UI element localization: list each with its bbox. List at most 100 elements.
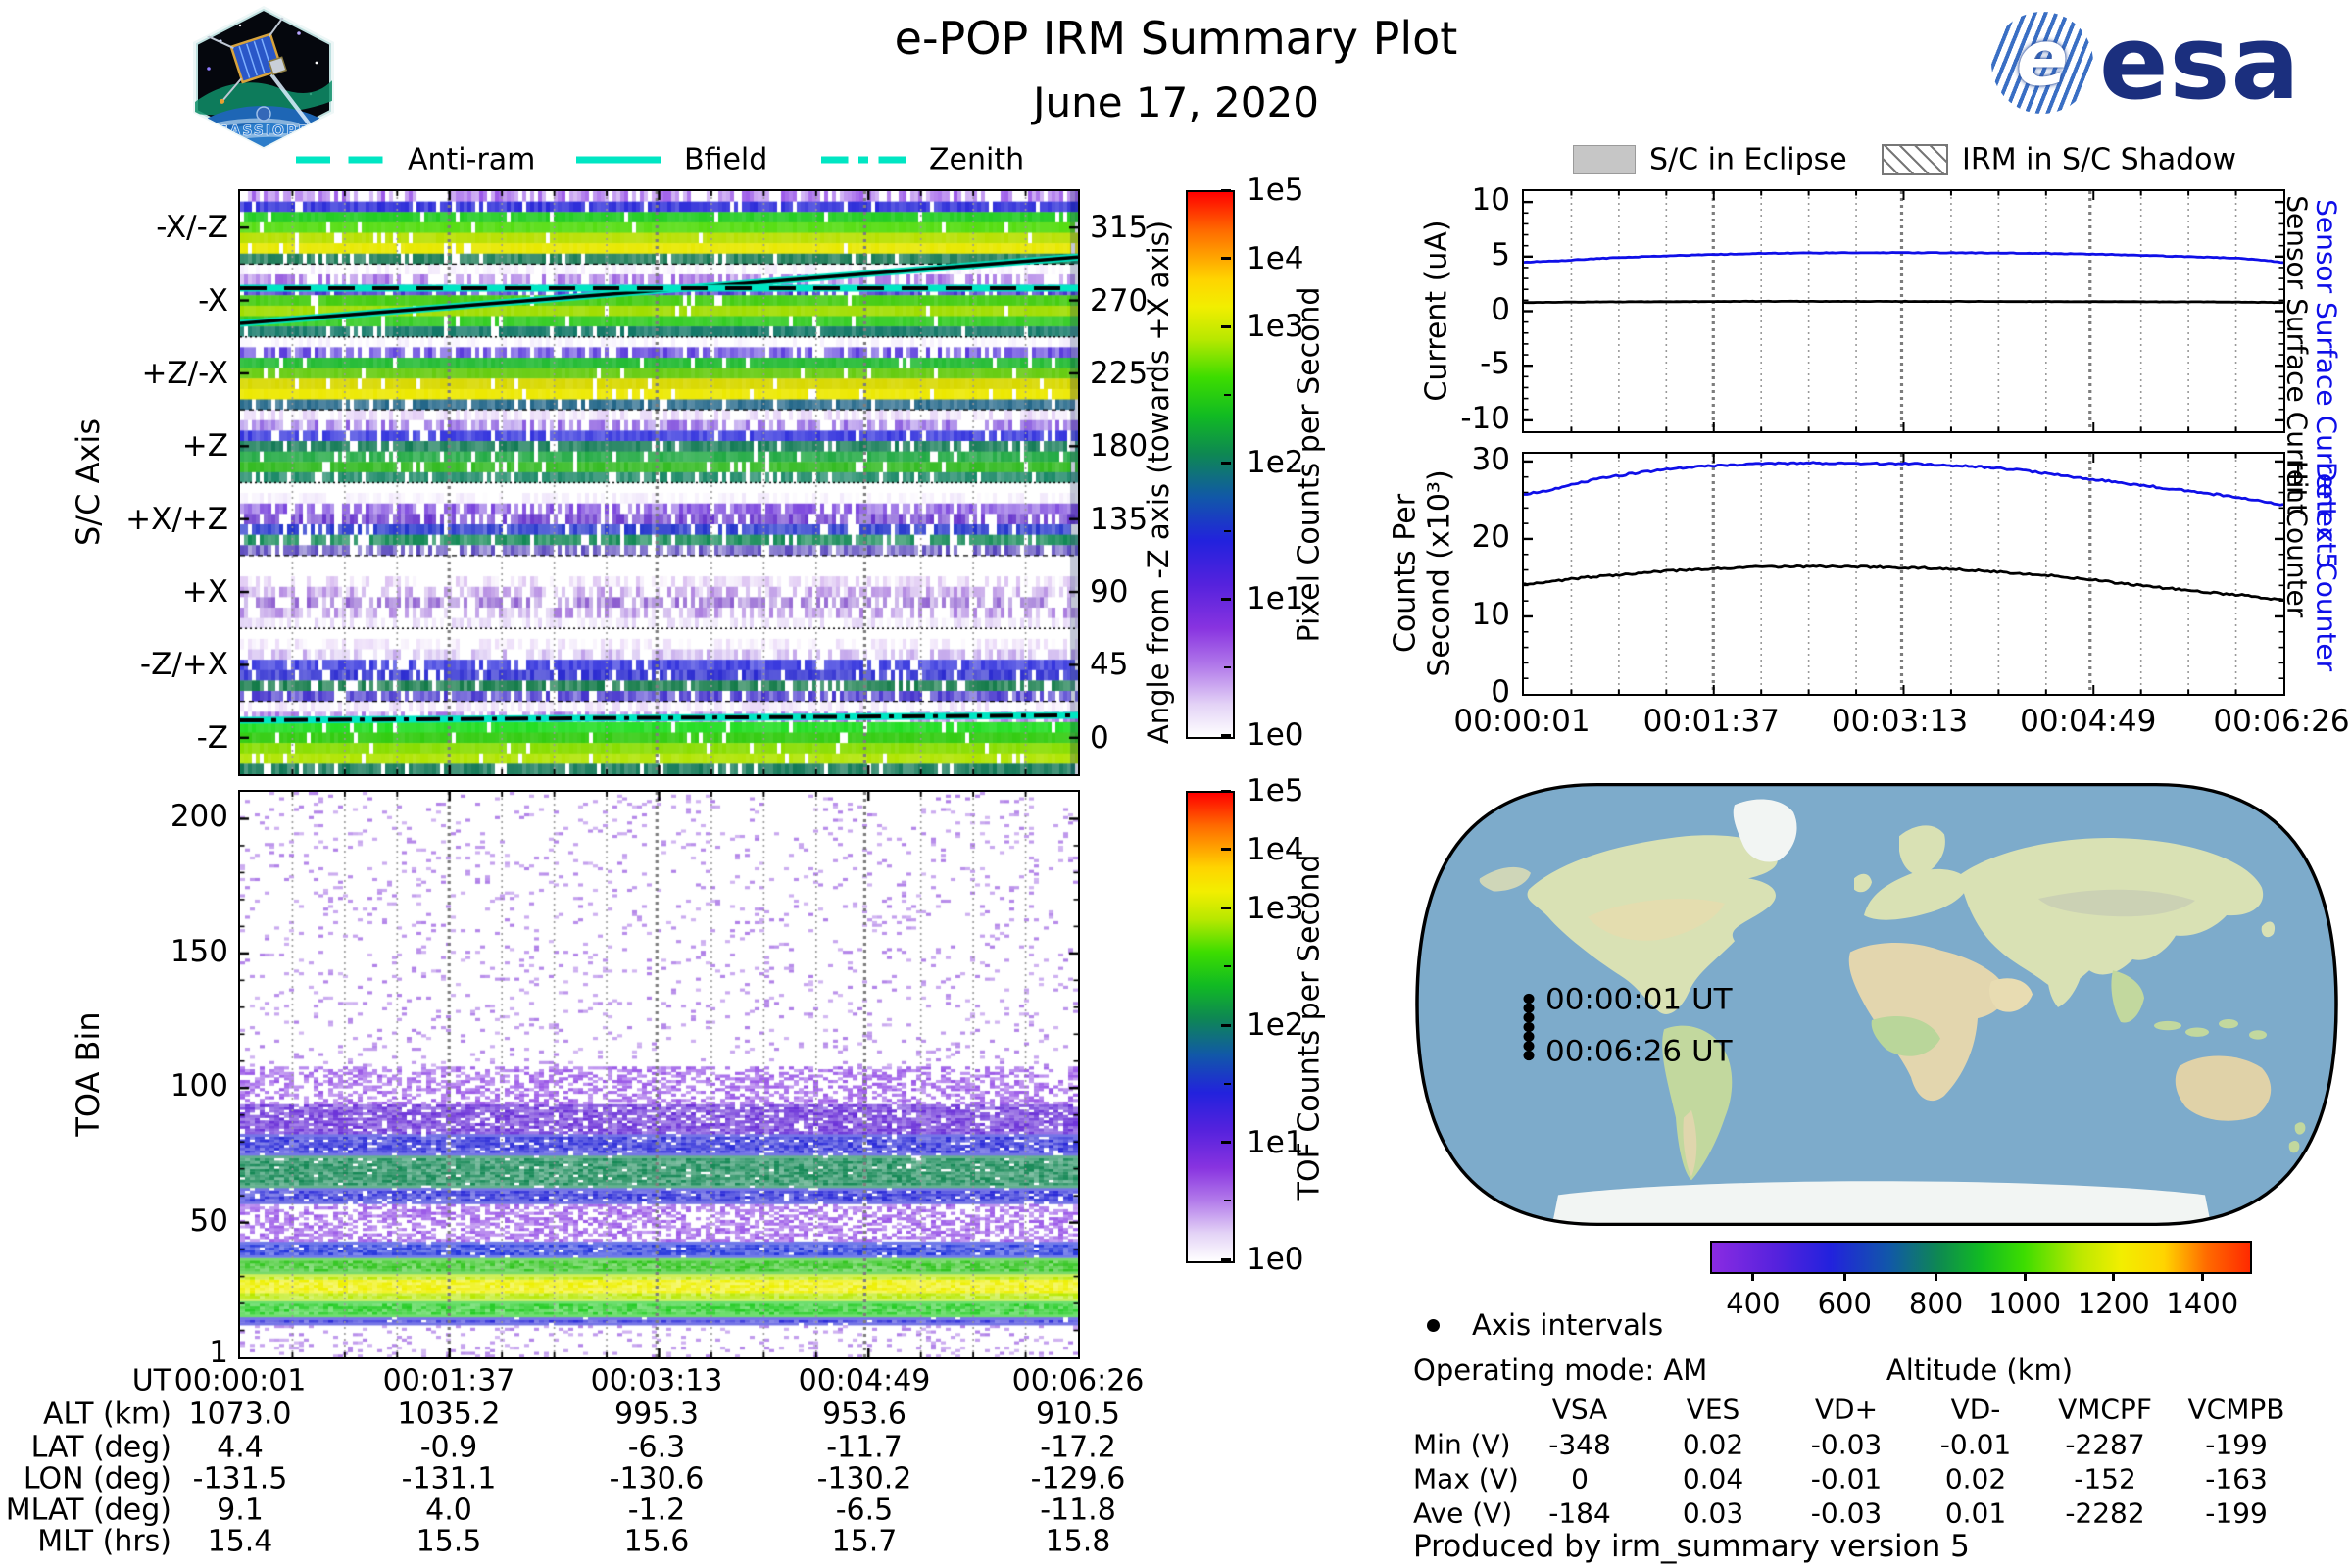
esa-logo: e esa <box>1991 8 2340 118</box>
right-xtick-2: 00:03:13 <box>1832 704 1968 739</box>
toa-tick-100: 100 <box>171 1068 228 1103</box>
alt-cb-tick-800: 800 <box>1909 1287 1963 1320</box>
pixel-cb-tick-1e4: 1e4 <box>1247 241 1304 276</box>
sc-axis-tick--Z: -Z <box>197 720 228 756</box>
voltage-row-label-0: Min (V) <box>1413 1429 1511 1461</box>
voltage-value-0-5: -199 <box>2205 1429 2268 1461</box>
alt-cb-tickmark <box>2024 1272 2027 1281</box>
tof-cb-tick-1e4: 1e4 <box>1247 832 1304 867</box>
tof-cb-tick-1e1: 1e1 <box>1247 1125 1304 1160</box>
eclipse-label: S/C in Eclipse <box>1649 143 1847 177</box>
tof-cb-minor-tickmark <box>1224 1083 1231 1085</box>
angle-tick-270: 270 <box>1090 283 1148 318</box>
alt-cb-tickmark <box>1843 1272 1846 1281</box>
angle-tick-90: 90 <box>1090 574 1128 610</box>
ephemeris-value-3-0: -131.5 <box>193 1462 288 1496</box>
ephemeris-row-label-5: MLT (hrs) <box>37 1525 172 1559</box>
right-xtick-4: 00:06:26 <box>2213 704 2349 739</box>
pixel-cb-tickmark <box>1221 598 1231 601</box>
angle-tick-135: 135 <box>1090 502 1148 537</box>
current-ytick--10: -10 <box>1460 401 1510 436</box>
pixel-cb-tick-1e5: 1e5 <box>1247 172 1304 208</box>
zenith-legend-label: Zenith <box>929 143 1024 177</box>
pixel-cb-tickmark <box>1221 325 1231 328</box>
tof-cb-tickmark <box>1221 1024 1231 1027</box>
toa-tick-50: 50 <box>190 1203 228 1239</box>
pixel-cb-tick-1e2: 1e2 <box>1247 445 1304 480</box>
tof-cb-tick-1e0: 1e0 <box>1247 1242 1304 1277</box>
sc-axis-ylabel: S/C Axis <box>70 418 107 546</box>
sc-axis-tick-+X: +X <box>182 574 228 610</box>
bfield-legend-line <box>576 157 661 164</box>
ephemeris-value-4-1: 4.0 <box>425 1494 472 1528</box>
ephemeris-value-0-2: 00:03:13 <box>591 1364 723 1398</box>
shadow-label: IRM in S/C Shadow <box>1962 143 2236 177</box>
counts-ylabel: Counts Per Second (x10³) <box>1390 469 1457 676</box>
counts-ytick-20: 20 <box>1472 519 1510 555</box>
voltage-value-2-3: 0.01 <box>1945 1497 2006 1530</box>
tof-cb-minor-tickmark <box>1224 1200 1231 1201</box>
ephemeris-row-label-1: ALT (km) <box>43 1397 172 1432</box>
angle-tick-225: 225 <box>1090 356 1148 391</box>
voltage-value-1-4: -152 <box>2074 1463 2136 1495</box>
alt-cb-tick-1200: 1200 <box>2078 1287 2150 1320</box>
esa-globe-letter: e <box>2017 15 2069 103</box>
ephemeris-value-4-4: -11.8 <box>1040 1494 1116 1528</box>
voltage-col-header-VD+: VD+ <box>1815 1394 1878 1426</box>
voltage-value-1-3: 0.02 <box>1945 1463 2006 1495</box>
tof-cb-tickmark <box>1221 790 1231 793</box>
ground-track-point <box>1524 1051 1535 1060</box>
bfield-legend-label: Bfield <box>684 143 767 177</box>
ephemeris-value-0-4: 00:06:26 <box>1012 1364 1145 1398</box>
counts-ylabel-line1: Counts Per <box>1389 494 1423 653</box>
voltage-value-2-0: -184 <box>1548 1497 1611 1530</box>
voltage-value-0-3: -0.01 <box>1940 1429 2011 1461</box>
alt-cb-tickmark <box>1751 1272 1754 1281</box>
ground-track-point <box>1524 1012 1535 1022</box>
sc-axis-tick--Z/+X: -Z/+X <box>140 647 228 682</box>
voltage-value-1-5: -163 <box>2205 1463 2268 1495</box>
voltage-value-1-2: -0.01 <box>1811 1463 1882 1495</box>
pixel-cb-tickmark <box>1221 257 1231 260</box>
ephemeris-value-1-1: 1035.2 <box>398 1397 501 1432</box>
sc-axis-tick--X: -X <box>198 283 228 318</box>
sc-axis-spectrogram-canvas <box>240 191 1078 774</box>
voltage-value-0-0: -348 <box>1548 1429 1611 1461</box>
voltage-value-0-4: -2287 <box>2065 1429 2144 1461</box>
ephemeris-value-4-0: 9.1 <box>217 1494 264 1528</box>
tof-cb-tickmark <box>1221 848 1231 851</box>
toa-tick-150: 150 <box>171 934 228 969</box>
hit-counter-label: Hit Counter <box>2281 461 2314 618</box>
ephemeris-value-2-2: -6.3 <box>628 1431 686 1465</box>
ephemeris-value-1-0: 1073.0 <box>189 1397 292 1432</box>
voltage-row-label-2: Ave (V) <box>1413 1497 1512 1530</box>
pixel-cb-tickmark <box>1221 734 1231 737</box>
ground-track-point <box>1524 1032 1535 1042</box>
track-start-label: 00:00:01 UT <box>1545 984 1733 1017</box>
pixel-cb-tick-1e0: 1e0 <box>1247 717 1304 753</box>
ephemeris-value-0-3: 00:04:49 <box>799 1364 931 1398</box>
alt-cb-tick-400: 400 <box>1726 1287 1780 1320</box>
sc-axis-tick--X/-Z: -X/-Z <box>156 210 228 245</box>
angle-tick-315: 315 <box>1090 210 1148 245</box>
ephemeris-value-1-3: 953.6 <box>822 1397 906 1432</box>
voltage-value-2-1: 0.03 <box>1683 1497 1743 1530</box>
esa-wordmark: esa <box>2099 12 2301 114</box>
world-map: 00:00:01 UT 00:06:26 UT <box>1411 779 2342 1230</box>
operating-mode: Operating mode: AM <box>1413 1353 1707 1387</box>
counts-plot <box>1524 454 2283 694</box>
ephemeris-value-3-2: -130.6 <box>610 1462 705 1496</box>
ephemeris-row-label-2: LAT (deg) <box>31 1431 172 1465</box>
tof-cb-tickmark <box>1221 906 1231 909</box>
alt-cb-tick-1000: 1000 <box>1988 1287 2061 1320</box>
axis-intervals-marker <box>1427 1319 1440 1332</box>
ephemeris-value-2-0: 4.4 <box>217 1431 264 1465</box>
alt-cb-tickmark <box>2112 1272 2115 1281</box>
tof-colorbar <box>1186 791 1235 1263</box>
voltage-value-0-2: -0.03 <box>1811 1429 1882 1461</box>
tof-cb-tickmark <box>1221 1258 1231 1261</box>
angle-tick-0: 0 <box>1090 720 1109 756</box>
current-ytick-0: 0 <box>1491 292 1510 327</box>
voltage-value-0-1: 0.02 <box>1683 1429 1743 1461</box>
current-ytick-10: 10 <box>1472 182 1510 218</box>
